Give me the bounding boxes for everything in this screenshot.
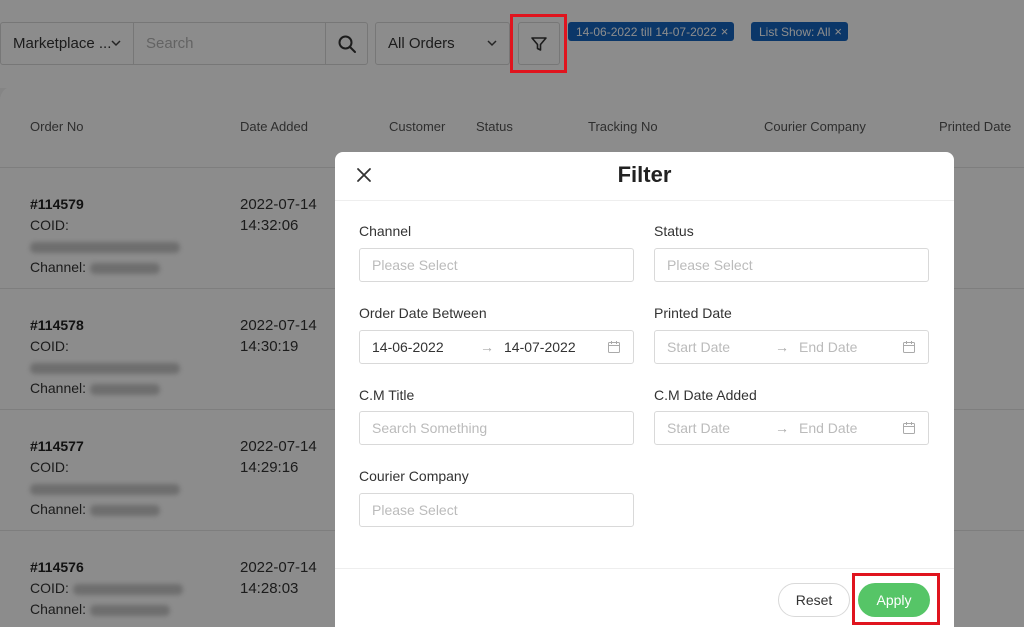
order-date-start[interactable]: 14-06-2022 <box>372 339 444 355</box>
channel-label: Channel <box>359 223 412 239</box>
cm-title-placeholder: Search Something <box>372 420 488 436</box>
cm-title-label: C.M Title <box>359 387 415 403</box>
arrow-right-icon: → <box>480 339 494 355</box>
channel-placeholder: Please Select <box>372 257 458 273</box>
modal-header: Filter <box>335 152 954 201</box>
order-date-end[interactable]: 14-07-2022 <box>504 339 576 355</box>
calendar-icon <box>903 422 915 434</box>
filter-modal: Filter Channel Please Select Status Plea… <box>335 152 954 627</box>
filter-button-highlight <box>510 14 567 73</box>
channel-select[interactable]: Please Select <box>359 248 634 282</box>
status-select[interactable]: Please Select <box>654 248 929 282</box>
printed-date-start[interactable]: Start Date <box>667 339 730 355</box>
printed-date-range-picker[interactable]: Start Date → End Date <box>654 330 929 364</box>
arrow-right-icon: → <box>775 339 789 355</box>
printed-date-label: Printed Date <box>654 305 732 321</box>
cm-date-added-range-picker[interactable]: Start Date → End Date <box>654 411 929 445</box>
reset-button[interactable]: Reset <box>778 583 850 617</box>
arrow-right-icon: → <box>775 420 789 436</box>
calendar-icon <box>608 341 620 353</box>
status-placeholder: Please Select <box>667 257 753 273</box>
cm-title-input[interactable]: Search Something <box>359 411 634 445</box>
order-date-label: Order Date Between <box>359 305 487 321</box>
cm-date-start[interactable]: Start Date <box>667 420 730 436</box>
cm-date-added-label: C.M Date Added <box>654 387 757 403</box>
courier-company-label: Courier Company <box>359 468 469 484</box>
apply-button-highlight <box>852 573 940 625</box>
courier-company-select[interactable]: Please Select <box>359 493 634 527</box>
order-date-range-picker[interactable]: 14-06-2022 → 14-07-2022 <box>359 330 634 364</box>
printed-date-end[interactable]: End Date <box>799 339 857 355</box>
courier-company-placeholder: Please Select <box>372 502 458 518</box>
calendar-icon <box>903 341 915 353</box>
status-label: Status <box>654 223 694 239</box>
modal-title: Filter <box>617 162 672 187</box>
cm-date-end[interactable]: End Date <box>799 420 857 436</box>
